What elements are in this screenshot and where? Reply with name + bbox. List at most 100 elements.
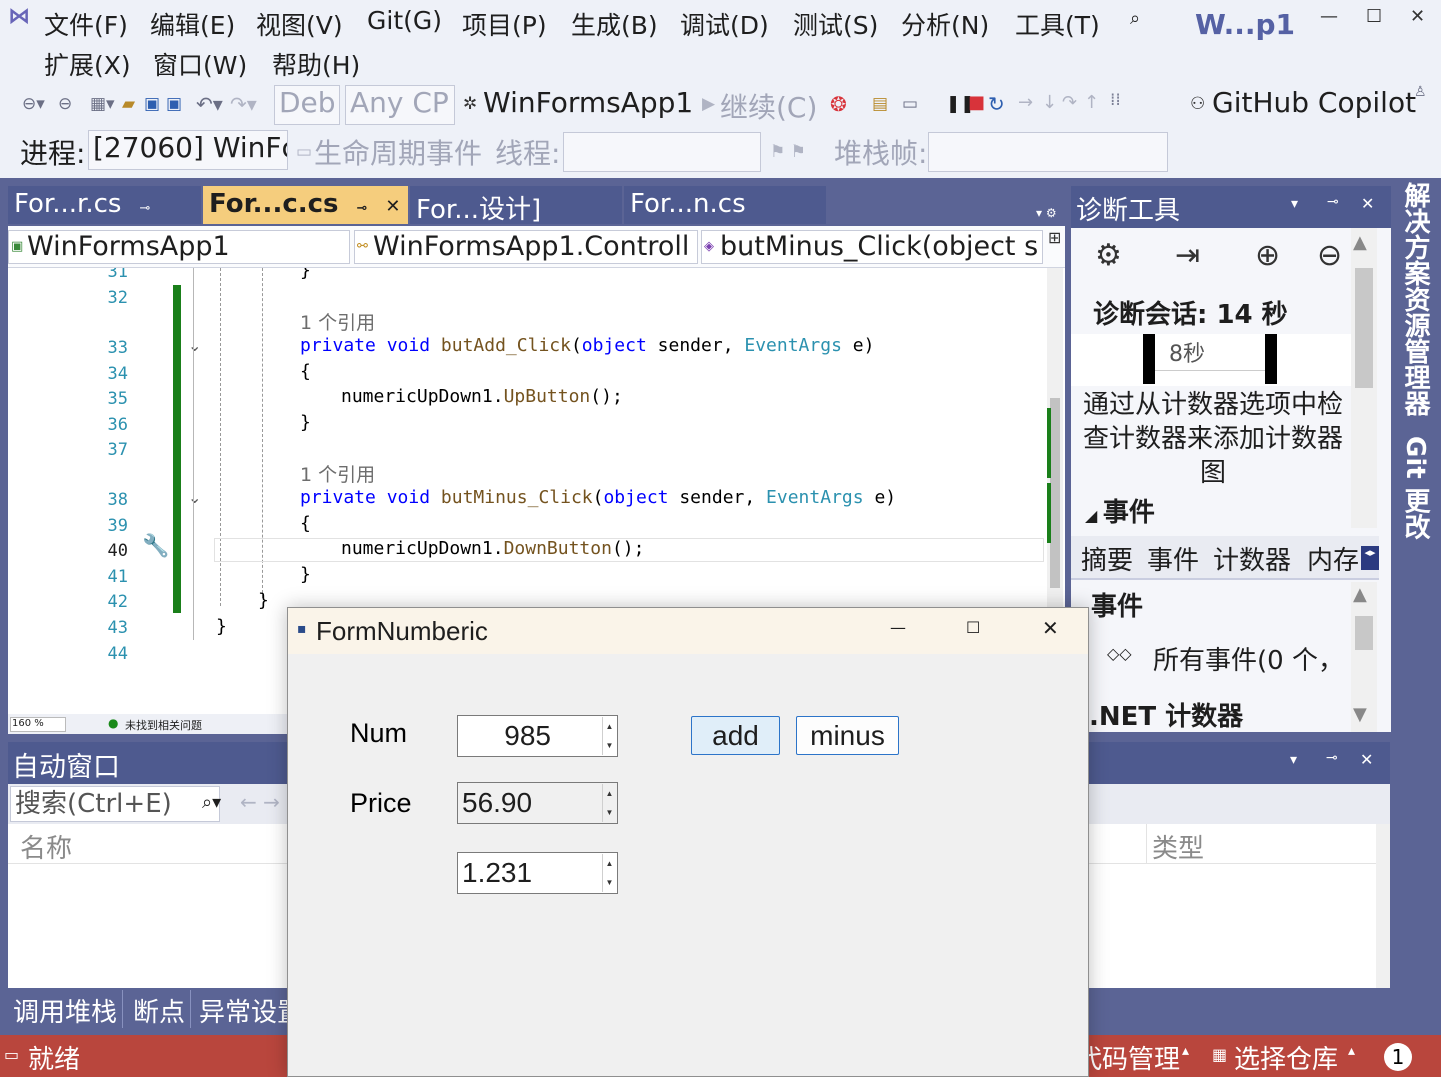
menu-git[interactable]: Git(G) [367, 6, 442, 35]
panel-menu-icon[interactable]: ▾ [1291, 196, 1298, 212]
navigate-forward-icon[interactable]: ⊖ [58, 94, 72, 114]
panel-menu-icon[interactable]: ▾ [1290, 752, 1297, 768]
price-updown[interactable]: 56.90 ▲ ▼ [457, 782, 618, 824]
form-close-icon[interactable]: ✕ [1042, 616, 1059, 640]
visual-studio-logo-icon[interactable]: ⋈ [8, 4, 36, 32]
stop-icon[interactable]: ■ [968, 92, 985, 113]
tab-form-r[interactable]: For...r.cs ⊸ [8, 186, 201, 224]
pin-icon[interactable]: ⊸ [1327, 194, 1339, 210]
tab-form-n[interactable]: For...n.cs [624, 186, 826, 224]
restart-icon[interactable]: ↻ [988, 92, 1005, 116]
spin-arrows-icon[interactable]: ▲ ▼ [602, 717, 616, 755]
collapse-icon[interactable]: ⌄ [188, 336, 201, 355]
menu-extensions[interactable]: 扩展(X) [44, 46, 131, 82]
notification-badge[interactable]: 1 [1384, 1043, 1412, 1071]
scrollbar-thumb[interactable] [1050, 398, 1060, 588]
save-all-icon[interactable]: ▣ [166, 94, 182, 114]
menu-debug[interactable]: 调试(D) [680, 6, 769, 42]
pin-icon[interactable]: ⊸ [139, 201, 150, 216]
menu-file[interactable]: 文件(F) [44, 6, 128, 42]
comment-icon[interactable]: ⁞⁞ [1110, 90, 1121, 110]
zoom-out-icon[interactable]: ⊖ [1317, 238, 1342, 273]
git-changes-tab[interactable]: Git 更改 [1397, 436, 1434, 540]
class-combo[interactable]: ⚯ WinFormsApp1.Controll [354, 230, 698, 264]
timeline-ruler[interactable]: 8秒 [1071, 334, 1351, 386]
browser-link-icon[interactable]: ▤ [872, 94, 888, 114]
scroll-up-icon[interactable]: ▲ [1353, 232, 1367, 253]
open-file-icon[interactable]: ▰ [122, 94, 135, 114]
tab-memory[interactable]: 内存 [1307, 540, 1363, 577]
tab-form-designer[interactable]: For...设计] [410, 186, 622, 224]
events-header[interactable]: ◢ 事件 [1085, 492, 1155, 529]
project-combo[interactable]: ▣ WinFormsApp1 [8, 230, 350, 264]
zoom-in-icon[interactable]: ⊕ [1255, 238, 1280, 273]
thread-combo[interactable] [563, 132, 761, 172]
quick-action-screwdriver-icon[interactable]: 🔧 [142, 534, 169, 559]
scroll-down-icon[interactable]: ▼ [1353, 704, 1367, 725]
spin-arrows-icon[interactable]: ▲ ▼ [602, 784, 616, 822]
spin-arrows-icon[interactable]: ▲ ▼ [602, 854, 616, 892]
select-repository-button[interactable]: 选择仓库 [1234, 1039, 1338, 1076]
minimize-icon[interactable]: — [1320, 6, 1338, 27]
feedback-icon[interactable]: ♙ [1414, 84, 1427, 100]
scroll-up-icon[interactable]: ▲ [1353, 584, 1367, 605]
undo-icon[interactable]: ↶▾ [196, 92, 223, 116]
process-combo[interactable]: [27060] WinFc [88, 130, 288, 170]
split-editor-icon[interactable]: ⊞ [1048, 228, 1061, 247]
menu-tools[interactable]: 工具(T) [1015, 6, 1100, 42]
close-icon[interactable]: ✕ [1360, 750, 1373, 769]
navigate-back-icon[interactable]: ⊖▾ [22, 94, 45, 114]
tab-summary[interactable]: 摘要 [1081, 540, 1133, 577]
tab-overflow-icon[interactable]: ▾ ⚙ [1036, 206, 1057, 220]
minus-button[interactable]: minus [796, 716, 899, 755]
column-type[interactable]: 类型 [1152, 828, 1204, 865]
diag-scrollbar[interactable]: ▲ ▼ [1351, 228, 1377, 563]
menu-help[interactable]: 帮助(H) [272, 46, 360, 82]
num-updown[interactable]: 985 ▲ ▼ [457, 715, 618, 757]
pin-icon[interactable]: ⊸ [1326, 750, 1338, 766]
menu-view[interactable]: 视图(V) [256, 6, 343, 42]
close-tab-icon[interactable]: ✕ [385, 196, 400, 217]
events-scrollbar[interactable]: ▲ ▼ [1351, 582, 1377, 732]
lifecycle-events-combo[interactable]: 生命周期事件 [314, 132, 482, 172]
search-input[interactable]: 搜索(Ctrl+E) [10, 786, 220, 822]
stack-frame-combo[interactable] [928, 132, 1168, 172]
source-control-button[interactable]: 代码管理 [1080, 1039, 1180, 1076]
codelens-references[interactable]: 1 个引用 [300, 308, 375, 335]
close-icon[interactable]: ✕ [1410, 6, 1425, 27]
form-minimize-icon[interactable]: — [890, 618, 906, 637]
copilot-icon[interactable]: ⚇ [1190, 94, 1205, 114]
hot-reload-icon[interactable]: ❂ [830, 92, 847, 116]
add-button[interactable]: add [691, 716, 780, 755]
solution-explorer-tab[interactable]: 解决方案资源管理器 [1397, 182, 1434, 416]
column-divider[interactable] [1146, 824, 1147, 864]
platform-combo[interactable]: Any CP [345, 85, 455, 125]
menu-window[interactable]: 窗口(W) [153, 46, 247, 82]
tab-breakpoints[interactable]: 断点 [128, 990, 192, 1028]
github-copilot-button[interactable]: GitHub Copilot [1212, 86, 1416, 119]
redo-icon[interactable]: ↷▾ [230, 92, 257, 116]
save-icon[interactable]: ▣ [144, 94, 160, 114]
pin-icon[interactable]: ⊸ [357, 201, 368, 216]
member-combo[interactable]: ◈ butMinus_Click(object s [701, 230, 1043, 264]
scrollbar-thumb[interactable] [1355, 616, 1373, 650]
step-out-icon[interactable]: ↑ [1084, 92, 1099, 113]
tab-counters[interactable]: 计数器 [1213, 540, 1291, 577]
search-icon[interactable]: ⌕ [1130, 8, 1140, 29]
third-updown[interactable]: 1.231 ▲ ▼ [457, 852, 618, 894]
close-icon[interactable]: ✕ [1361, 194, 1374, 213]
export-icon[interactable]: ⇥ [1175, 238, 1200, 273]
column-name[interactable]: 名称 [20, 828, 72, 865]
settings-gear-icon[interactable]: ⚙ [1095, 238, 1122, 273]
tab-scroll-icon[interactable]: ◂▸ [1361, 546, 1379, 570]
step-into-icon[interactable]: ↓ [1042, 92, 1057, 113]
continue-button[interactable]: 继续(C) [720, 86, 817, 126]
menu-build[interactable]: 生成(B) [571, 6, 658, 42]
menu-analyze[interactable]: 分析(N) [901, 6, 989, 42]
search-back-icon[interactable]: ← → [240, 790, 280, 814]
startup-project-combo[interactable]: WinFormsApp1 [483, 86, 693, 119]
form-maximize-icon[interactable]: ☐ [966, 618, 980, 637]
menu-project[interactable]: 项目(P) [462, 6, 547, 42]
all-events-row[interactable]: 所有事件(0 个， [1153, 640, 1349, 677]
scrollbar-thumb[interactable] [1355, 268, 1373, 388]
